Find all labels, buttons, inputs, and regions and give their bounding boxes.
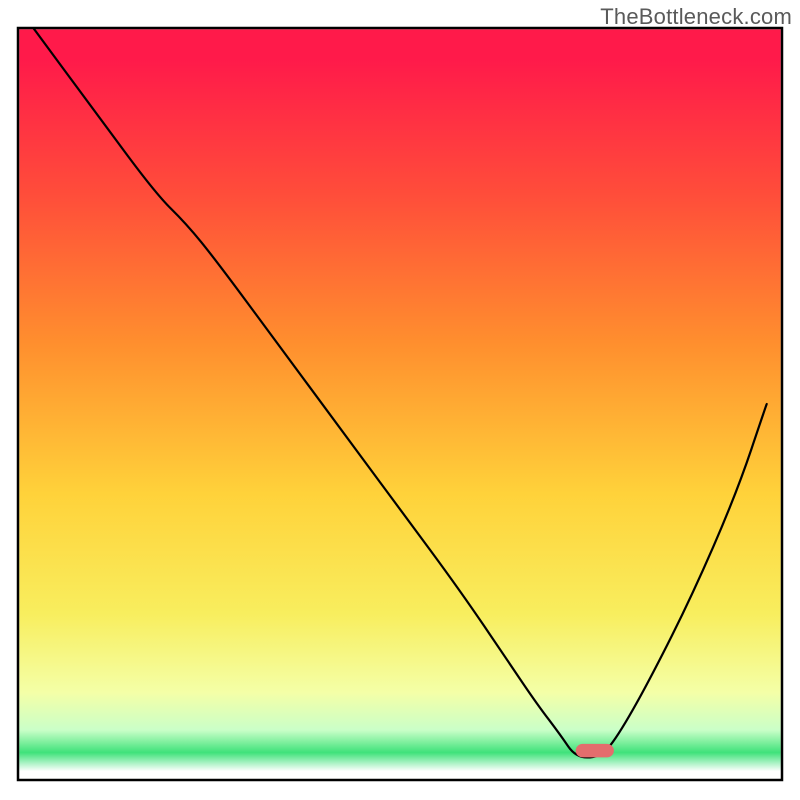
chart-container: TheBottleneck.com: [0, 0, 800, 800]
bottleneck-chart: [0, 0, 800, 800]
watermark-text: TheBottleneck.com: [600, 4, 792, 30]
chart-background: [19, 29, 781, 779]
minimum-marker: [576, 744, 614, 758]
